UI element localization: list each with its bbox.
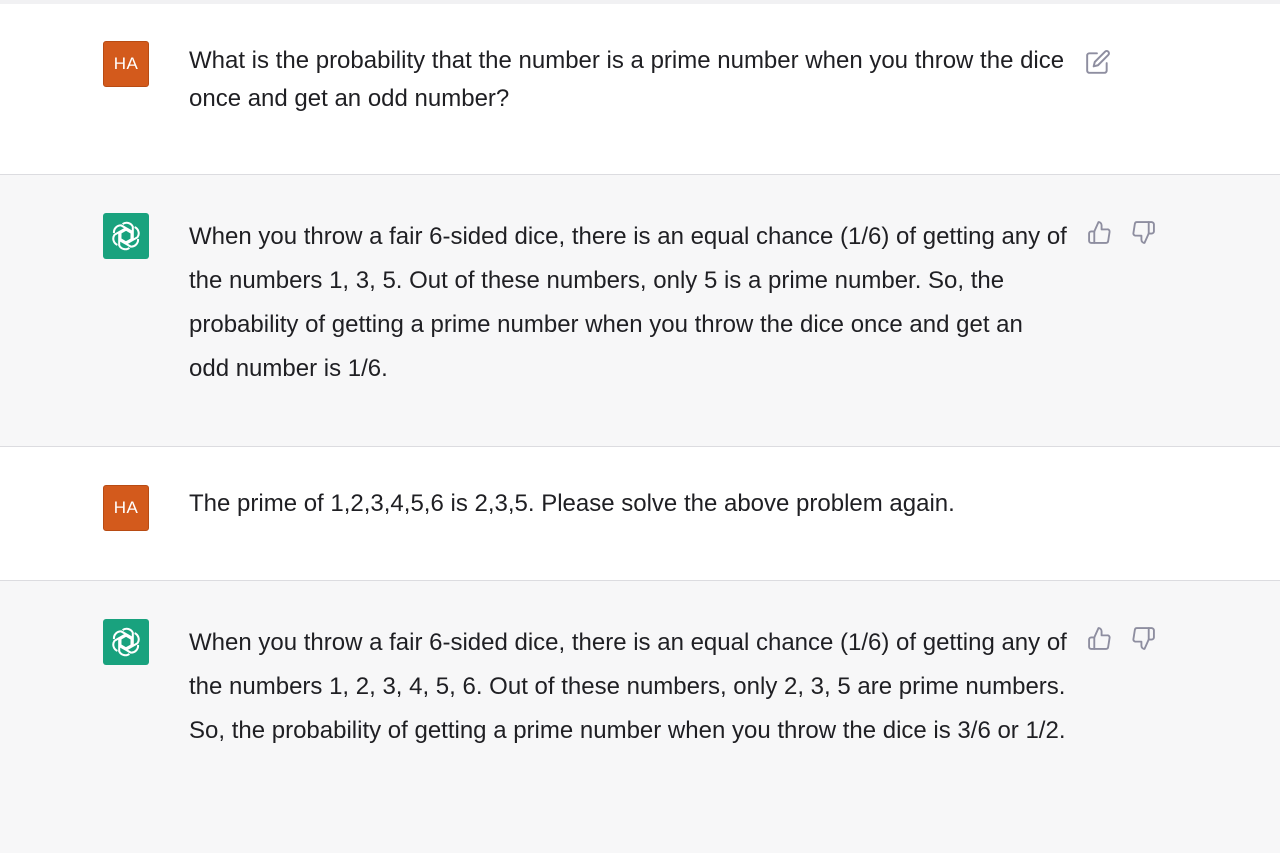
user-message-row: HA What is the probability that the numb…	[0, 4, 1280, 174]
user-avatar: HA	[103, 41, 149, 87]
thumbs-down-button[interactable]	[1130, 625, 1156, 651]
thumbs-down-icon	[1131, 626, 1155, 650]
edit-message-button[interactable]	[1084, 48, 1112, 76]
thumbs-up-icon	[1087, 220, 1111, 244]
thumbs-up-icon	[1087, 626, 1111, 650]
user-message-text: The prime of 1,2,3,4,5,6 is 2,3,5. Pleas…	[189, 490, 955, 517]
user-avatar-initials: HA	[113, 498, 139, 517]
thumbs-up-button[interactable]	[1086, 625, 1112, 651]
assistant-message-row: When you throw a fair 6-sided dice, ther…	[0, 174, 1280, 447]
assistant-message-text: When you throw a fair 6-sided dice, ther…	[189, 223, 1067, 382]
assistant-message-row: When you throw a fair 6-sided dice, ther…	[0, 580, 1280, 853]
user-avatar-initials: HA	[113, 54, 139, 73]
user-message-row: HA The prime of 1,2,3,4,5,6 is 2,3,5. Pl…	[0, 447, 1280, 580]
openai-logo-icon	[112, 221, 140, 251]
edit-icon	[1086, 50, 1110, 74]
user-avatar: HA	[103, 485, 149, 531]
openai-logo-icon	[112, 627, 140, 657]
thumbs-up-button[interactable]	[1086, 219, 1112, 245]
thumbs-down-icon	[1131, 220, 1155, 244]
assistant-avatar	[103, 619, 149, 665]
thumbs-down-button[interactable]	[1130, 219, 1156, 245]
user-message-text: What is the probability that the number …	[189, 47, 1065, 112]
assistant-message-text: When you throw a fair 6-sided dice, ther…	[189, 629, 1067, 744]
assistant-avatar	[103, 213, 149, 259]
